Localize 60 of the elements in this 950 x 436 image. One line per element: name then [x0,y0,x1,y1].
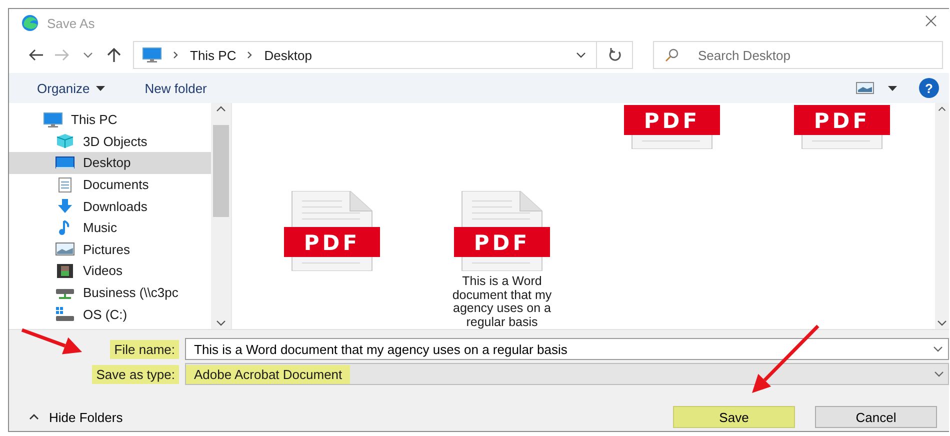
search-field[interactable]: Search Desktop [653,41,943,69]
sidebar-item[interactable]: Pictures [9,238,211,260]
file-name-field[interactable]: This is a Word document that my agency uses on a regular basis [185,338,949,360]
cube-icon [55,133,75,150]
organize-button[interactable]: Organize [35,78,107,98]
sidebar-item[interactable]: Business (\\c3pc [9,282,211,304]
scrollbar[interactable] [211,103,231,329]
chevron-right-icon [246,51,254,59]
scrollbar[interactable] [935,103,949,329]
sidebar-item[interactable]: Music [9,216,211,239]
caret-icon [96,86,105,90]
sidebar-item[interactable]: 3D Objects [9,130,211,152]
sidebar-item[interactable]: This PC [9,109,211,131]
refresh-button[interactable] [597,41,633,69]
search-icon [665,48,679,62]
file-name-label: File name: [110,340,179,358]
sidebar-item[interactable]: Documents [9,174,211,196]
chevron-down-icon [576,52,586,58]
chevron-down-icon [933,346,943,352]
chevron-down-icon [934,371,944,377]
save-as-type-dropdown[interactable]: Adobe Acrobat Document [185,363,949,385]
sidebar-item[interactable]: OS (C:) [9,303,211,325]
up-arrow-icon [107,47,121,63]
new-folder-button[interactable]: New folder [142,78,209,98]
back-arrow-icon [28,49,44,61]
refresh-icon [608,48,622,62]
file-name-label: This is a Word document that my agency uses on a regular basis [451,275,553,329]
forward-arrow-icon [54,49,70,61]
breadcrumb-item[interactable]: This PC [190,48,236,62]
sidebar-item[interactable]: Downloads [9,195,211,217]
close-icon [925,15,937,27]
desktop-icon [55,154,75,171]
scroll-down-icon [216,320,226,326]
scroll-down-icon [937,320,947,326]
film-icon [55,262,75,279]
annotation-arrow [752,324,820,393]
annotation-arrow [21,328,82,354]
dialog-button[interactable]: Cancel [815,406,937,428]
sidebar-item[interactable]: Desktop [9,152,211,174]
monitor-icon [142,47,162,63]
sidebar-item[interactable]: Videos [9,260,211,282]
computer-icon [43,112,63,128]
scroll-up-icon[interactable] [216,106,226,112]
pictures-icon [55,241,75,258]
hide-folders-button[interactable]: Hide Folders [29,410,123,424]
drive-icon [55,306,75,322]
chevron-down-icon [83,52,93,58]
save-as-type-label: Save as type: [92,364,179,384]
window-title: Save As [47,16,95,30]
chevron-up-icon [29,414,39,420]
help-button[interactable]: ? [919,78,939,98]
browser-logo-icon [21,14,39,32]
chevron-right-icon [172,51,180,59]
breadcrumb-item[interactable]: Desktop [264,48,312,62]
caret-icon [888,86,897,90]
address-bar[interactable]: This PC Desktop [133,41,597,69]
download-icon [55,198,75,214]
scroll-up-icon[interactable] [938,106,946,112]
view-options-icon[interactable] [856,82,874,94]
dialog-button[interactable]: Save [673,406,795,428]
